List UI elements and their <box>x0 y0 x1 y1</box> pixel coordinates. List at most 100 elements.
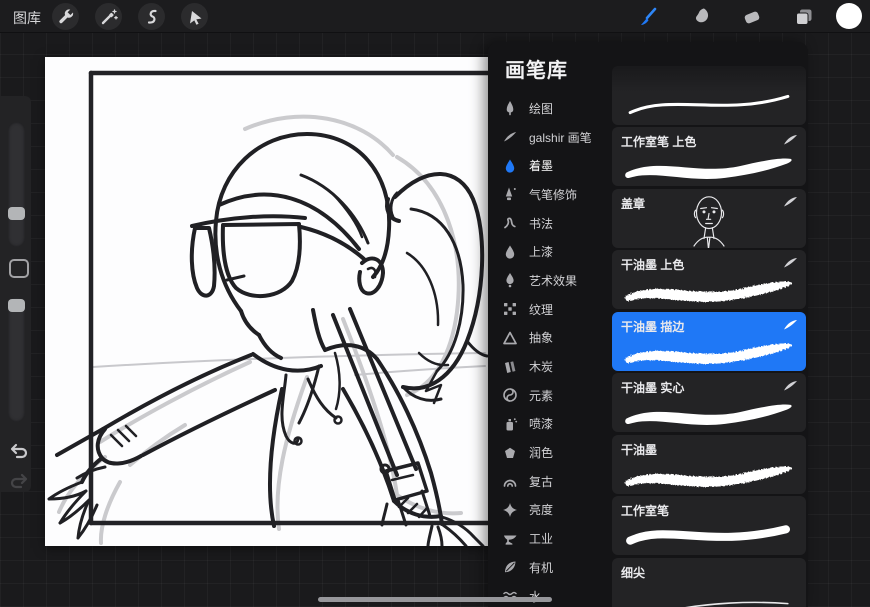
category-有机[interactable]: 有机 <box>488 553 610 582</box>
brush-signature-icon <box>783 318 798 330</box>
texture-dots-icon <box>501 301 518 318</box>
brush-stroke-preview <box>618 516 800 554</box>
airbrush-icon <box>501 186 518 203</box>
panel-title: 画笔库 <box>505 54 568 83</box>
category-label: 工业 <box>529 530 553 547</box>
category-气笔修饰[interactable]: 气笔修饰 <box>488 180 610 209</box>
calligraphy-icon <box>501 215 518 232</box>
brush-tip-icon <box>501 100 518 117</box>
brush-library-panel: 画笔库 绘图 galshir 画笔着墨气笔修饰书法上漆艺术效果纹理抽象木炭元素喷漆… <box>488 42 808 607</box>
category-木炭[interactable]: 木炭 <box>488 352 610 381</box>
selection-s-icon <box>143 8 161 26</box>
brush-stroke-preview <box>618 455 800 493</box>
undo-button[interactable] <box>8 440 30 462</box>
smudge-icon <box>691 6 713 28</box>
selection-tool[interactable] <box>138 3 165 30</box>
smudge-tool[interactable] <box>688 3 715 30</box>
category-label: 抽象 <box>529 329 553 346</box>
brush-工作室笔 上色[interactable]: 工作室笔 上色 <box>612 127 806 186</box>
category-工业[interactable]: 工业 <box>488 524 610 553</box>
brush-signature-icon <box>783 195 798 207</box>
category-纹理[interactable]: 纹理 <box>488 295 610 324</box>
charcoal-icon <box>501 358 518 375</box>
layers-icon <box>793 6 815 28</box>
category-label: 润色 <box>529 444 553 461</box>
brush-stroke-preview <box>618 270 800 308</box>
brush-signature-icon <box>783 256 798 268</box>
magic-wand-icon <box>100 8 118 26</box>
ink-droplet-icon <box>501 157 518 174</box>
sparkle-icon <box>501 501 518 518</box>
top-toolbar: 图库 <box>0 0 870 33</box>
paint-droplet-icon <box>501 243 518 260</box>
category-喷漆[interactable]: 喷漆 <box>488 410 610 439</box>
brush-工作室笔[interactable]: 工作室笔 <box>612 496 806 555</box>
brush-细尖[interactable]: 细尖 <box>612 558 806 607</box>
color-tool[interactable] <box>836 3 862 29</box>
category-上漆[interactable]: 上漆 <box>488 237 610 266</box>
category-绘图[interactable]: 绘图 <box>488 94 610 123</box>
category-抽象[interactable]: 抽象 <box>488 324 610 353</box>
anvil-icon <box>501 530 518 547</box>
category-label: 纹理 <box>529 301 553 318</box>
brush-stroke-preview <box>618 393 800 431</box>
brush-list: 工作室笔 上色盖章干油墨 上色干油墨 描边干油墨 实心干油墨工作室笔细尖 <box>612 42 808 607</box>
brush-name: 盖章 <box>621 195 645 212</box>
eraser-icon <box>741 6 763 28</box>
category-label: 复古 <box>529 473 553 490</box>
brush-盖章[interactable]: 盖章 <box>612 189 806 248</box>
category-艺术效果[interactable]: 艺术效果 <box>488 266 610 295</box>
category-label: 上漆 <box>529 243 553 260</box>
category-水[interactable]: 水 <box>488 582 610 607</box>
redo-button[interactable] <box>8 470 30 492</box>
erase-tool[interactable] <box>738 3 765 30</box>
triangle-icon <box>501 329 518 346</box>
actions-tool[interactable] <box>52 3 79 30</box>
brush-干油墨 上色[interactable]: 干油墨 上色 <box>612 250 806 309</box>
category-着墨[interactable]: 着墨 <box>488 151 610 180</box>
category-label: 有机 <box>529 559 553 576</box>
category-label: 亮度 <box>529 501 553 518</box>
adjustments-tool[interactable] <box>95 3 122 30</box>
paint-tool[interactable] <box>634 3 661 30</box>
brush-干油墨 描边[interactable]: 干油墨 描边 <box>612 312 806 371</box>
undo-icon <box>9 442 29 460</box>
category-label: 着墨 <box>529 157 553 174</box>
category-复古[interactable]: 复古 <box>488 467 610 496</box>
brush-signature-icon <box>783 379 798 391</box>
category-润色[interactable]: 润色 <box>488 438 610 467</box>
redo-icon <box>9 472 29 490</box>
brush-opacity-slider[interactable] <box>8 297 25 422</box>
brush-size-handle[interactable] <box>8 207 25 220</box>
spray-can-icon <box>501 415 518 432</box>
drawing-canvas[interactable] <box>45 57 488 546</box>
category-元素[interactable]: 元素 <box>488 381 610 410</box>
brush-size-slider[interactable] <box>8 122 25 247</box>
layers-tool[interactable] <box>790 3 817 30</box>
category-亮度[interactable]: 亮度 <box>488 496 610 525</box>
brush-opacity-handle[interactable] <box>8 299 25 312</box>
category-书法[interactable]: 书法 <box>488 209 610 238</box>
vintage-arc-icon <box>501 473 518 490</box>
brush-干油墨 实心[interactable]: 干油墨 实心 <box>612 373 806 432</box>
category-galshir 画笔[interactable]: galshir 画笔 <box>488 123 610 152</box>
brush-stroke-preview <box>618 147 800 185</box>
category-label: 艺术效果 <box>529 272 577 289</box>
gallery-button[interactable]: 图库 <box>13 8 41 28</box>
category-label: 喷漆 <box>529 415 553 432</box>
category-label: galshir 画笔 <box>529 129 592 146</box>
brush-stroke-preview <box>618 332 800 370</box>
artistic-droplet-icon <box>501 272 518 289</box>
brush-干油墨[interactable]: 干油墨 <box>612 435 806 494</box>
brush-category-list: 绘图 galshir 画笔着墨气笔修饰书法上漆艺术效果纹理抽象木炭元素喷漆润色复古… <box>488 94 610 607</box>
category-label: 书法 <box>529 215 553 232</box>
leaf-icon <box>501 559 518 576</box>
modify-button[interactable] <box>9 259 29 278</box>
transform-arrow-icon <box>186 8 204 26</box>
transform-tool[interactable] <box>181 3 208 30</box>
brush-unnamed[interactable] <box>612 66 806 125</box>
home-indicator[interactable] <box>318 597 552 602</box>
brush-stroke-preview <box>618 578 800 607</box>
category-label: 气笔修饰 <box>529 186 577 203</box>
brush-icon <box>637 6 659 28</box>
